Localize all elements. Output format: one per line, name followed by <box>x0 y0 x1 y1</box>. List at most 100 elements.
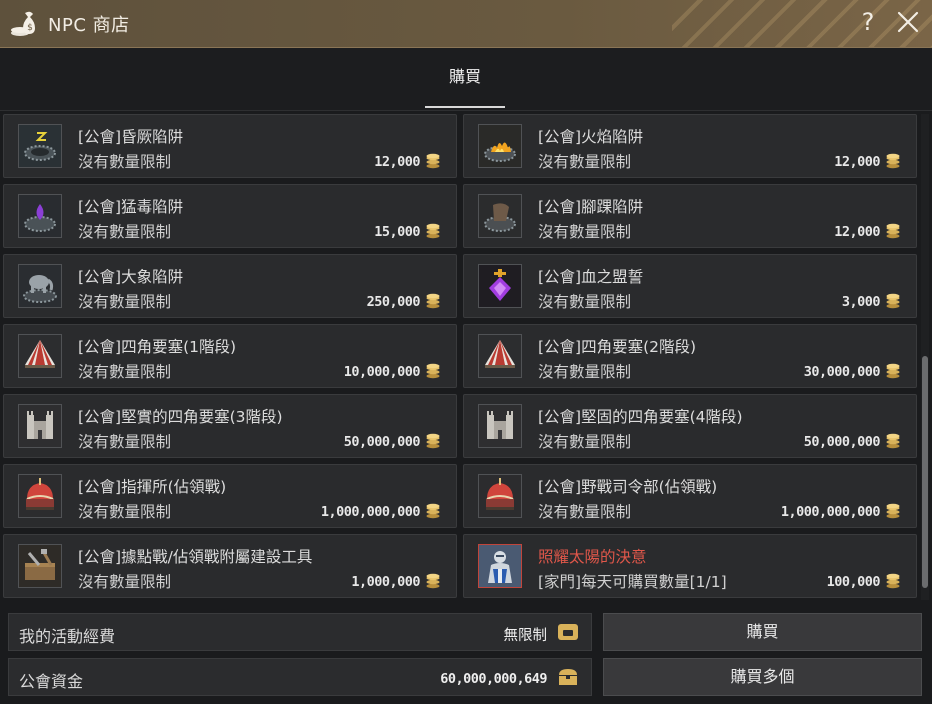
item-price: 12,000 <box>834 224 880 240</box>
guild-funds-box: 公會資金 60,000,000,649 <box>8 658 592 696</box>
tab-buy[interactable]: 購買 <box>425 48 505 108</box>
silver-coin-icon <box>426 153 440 169</box>
item-purchase-limit: 沒有數量限制 <box>78 153 172 171</box>
help-button[interactable]: ? <box>857 8 879 36</box>
item-price: 15,000 <box>374 224 420 240</box>
item-price: 12,000 <box>374 154 420 170</box>
silver-coin-icon <box>426 223 440 239</box>
armored-knight-icon <box>478 544 522 588</box>
item-purchase-limit: 沒有數量限制 <box>78 573 172 591</box>
item-purchase-limit: 沒有數量限制 <box>538 363 632 381</box>
silver-coin-icon <box>426 293 440 309</box>
stun-trap-icon <box>18 124 62 168</box>
item-name: [公會]昏厥陷阱 <box>78 128 184 146</box>
item-name: [公會]火焰陷阱 <box>538 128 644 146</box>
silver-coin-icon <box>426 433 440 449</box>
item-purchase-limit: 沒有數量限制 <box>538 433 632 451</box>
item-purchase-limit: 沒有數量限制 <box>78 293 172 311</box>
item-purchase-limit: 沒有數量限制 <box>78 433 172 451</box>
blood-oath-icon <box>478 264 522 308</box>
window-title: NPC 商店 <box>48 15 130 36</box>
command-post-icon <box>478 474 522 518</box>
shop-item[interactable]: [公會]據點戰/佔領戰附屬建設工具 沒有數量限制 1,000,000 <box>3 534 457 598</box>
item-name: [公會]據點戰/佔領戰附屬建設工具 <box>78 548 313 566</box>
item-price: 50,000,000 <box>343 434 421 450</box>
elephant-trap-icon <box>18 264 62 308</box>
item-price: 12,000 <box>834 154 880 170</box>
item-purchase-limit: [家門]每天可購買數量[1/1] <box>538 573 727 591</box>
item-name: [公會]指揮所(佔領戰) <box>78 478 227 496</box>
tent-fortress-icon <box>478 334 522 378</box>
item-name: [公會]猛毒陷阱 <box>78 198 184 216</box>
item-price: 1,000,000,000 <box>320 504 421 520</box>
silver-coin-icon <box>886 153 900 169</box>
item-price: 1,000,000,000 <box>780 504 881 520</box>
tab-bar: 購買 <box>0 48 932 111</box>
activity-funds-label: 我的活動經費 <box>19 627 116 646</box>
item-purchase-limit: 沒有數量限制 <box>538 503 632 521</box>
item-name: [公會]大象陷阱 <box>78 268 184 286</box>
fire-trap-icon <box>478 124 522 168</box>
guild-funds-label: 公會資金 <box>19 672 84 691</box>
buy-button[interactable]: 購買 <box>603 613 922 651</box>
shop-item[interactable]: [公會]堅固的四角要塞(4階段) 沒有數量限制 50,000,000 <box>463 394 917 458</box>
item-purchase-limit: 沒有數量限制 <box>78 503 172 521</box>
shop-item[interactable]: [公會]野戰司令部(佔領戰) 沒有數量限制 1,000,000,000 <box>463 464 917 528</box>
silver-coin-icon <box>886 573 900 589</box>
silver-coin-icon <box>426 503 440 519</box>
stone-fortress-icon <box>478 404 522 448</box>
svg-text:$: $ <box>27 23 33 33</box>
close-icon[interactable] <box>895 9 921 35</box>
guild-funds-value: 60,000,000,649 <box>440 671 547 687</box>
item-purchase-limit: 沒有數量限制 <box>78 363 172 381</box>
shop-item[interactable]: [公會]大象陷阱 沒有數量限制 250,000 <box>3 254 457 318</box>
shop-item[interactable]: [公會]昏厥陷阱 沒有數量限制 12,000 <box>3 114 457 178</box>
title-bar: $ NPC 商店 ? <box>0 0 932 48</box>
silver-coin-icon <box>886 503 900 519</box>
silver-coin-icon <box>426 573 440 589</box>
item-price: 1,000,000 <box>351 574 420 590</box>
item-price: 250,000 <box>366 294 421 310</box>
silver-coin-icon <box>886 433 900 449</box>
shop-item[interactable]: [公會]腳踝陷阱 沒有數量限制 12,000 <box>463 184 917 248</box>
buy-multiple-button[interactable]: 購買多個 <box>603 658 922 696</box>
activity-funds-box: 我的活動經費 無限制 <box>8 613 592 651</box>
shop-item[interactable]: [公會]四角要塞(1階段) 沒有數量限制 10,000,000 <box>3 324 457 388</box>
item-price: 3,000 <box>841 294 881 310</box>
scrollbar-thumb[interactable] <box>922 356 928 588</box>
poison-trap-icon <box>18 194 62 238</box>
item-name: [公會]堅固的四角要塞(4階段) <box>538 408 743 426</box>
tent-fortress-icon <box>18 334 62 378</box>
treasure-chest-icon <box>559 669 577 685</box>
shop-item[interactable]: [公會]四角要塞(2階段) 沒有數量限制 30,000,000 <box>463 324 917 388</box>
shop-item[interactable]: 照耀太陽的決意 [家門]每天可購買數量[1/1] 100,000 <box>463 534 917 598</box>
item-purchase-limit: 沒有數量限制 <box>78 223 172 241</box>
money-bag-icon: $ <box>11 11 35 36</box>
item-price: 10,000,000 <box>343 364 421 380</box>
silver-coin-icon <box>426 363 440 379</box>
item-purchase-limit: 沒有數量限制 <box>538 223 632 241</box>
title-decoration <box>672 0 932 47</box>
item-purchase-limit: 沒有數量限制 <box>538 153 632 171</box>
stone-fortress-icon <box>18 404 62 448</box>
shop-item[interactable]: [公會]猛毒陷阱 沒有數量限制 15,000 <box>3 184 457 248</box>
shop-item[interactable]: [公會]血之盟誓 沒有數量限制 3,000 <box>463 254 917 318</box>
item-name: [公會]堅實的四角要塞(3階段) <box>78 408 283 426</box>
silver-coin-icon <box>886 293 900 309</box>
command-post-icon <box>18 474 62 518</box>
item-purchase-limit: 沒有數量限制 <box>538 293 632 311</box>
item-price: 100,000 <box>826 574 881 590</box>
item-name: [公會]四角要塞(1階段) <box>78 338 237 356</box>
activity-funds-value: 無限制 <box>503 628 548 644</box>
active-tab-indicator <box>425 106 505 108</box>
item-price: 30,000,000 <box>803 364 881 380</box>
item-name: [公會]腳踝陷阱 <box>538 198 644 216</box>
item-list: [公會]昏厥陷阱 沒有數量限制 12,000 [公會]火焰陷阱 沒有數量限制 12,000… <box>0 110 920 602</box>
item-name: 照耀太陽的決意 <box>538 548 647 566</box>
shop-item[interactable]: [公會]指揮所(佔領戰) 沒有數量限制 1,000,000,000 <box>3 464 457 528</box>
shop-item[interactable]: [公會]堅實的四角要塞(3階段) 沒有數量限制 50,000,000 <box>3 394 457 458</box>
shop-item[interactable]: [公會]火焰陷阱 沒有數量限制 12,000 <box>463 114 917 178</box>
toolbox-icon <box>18 544 62 588</box>
ankle-trap-icon <box>478 194 522 238</box>
silver-coin-icon <box>886 363 900 379</box>
